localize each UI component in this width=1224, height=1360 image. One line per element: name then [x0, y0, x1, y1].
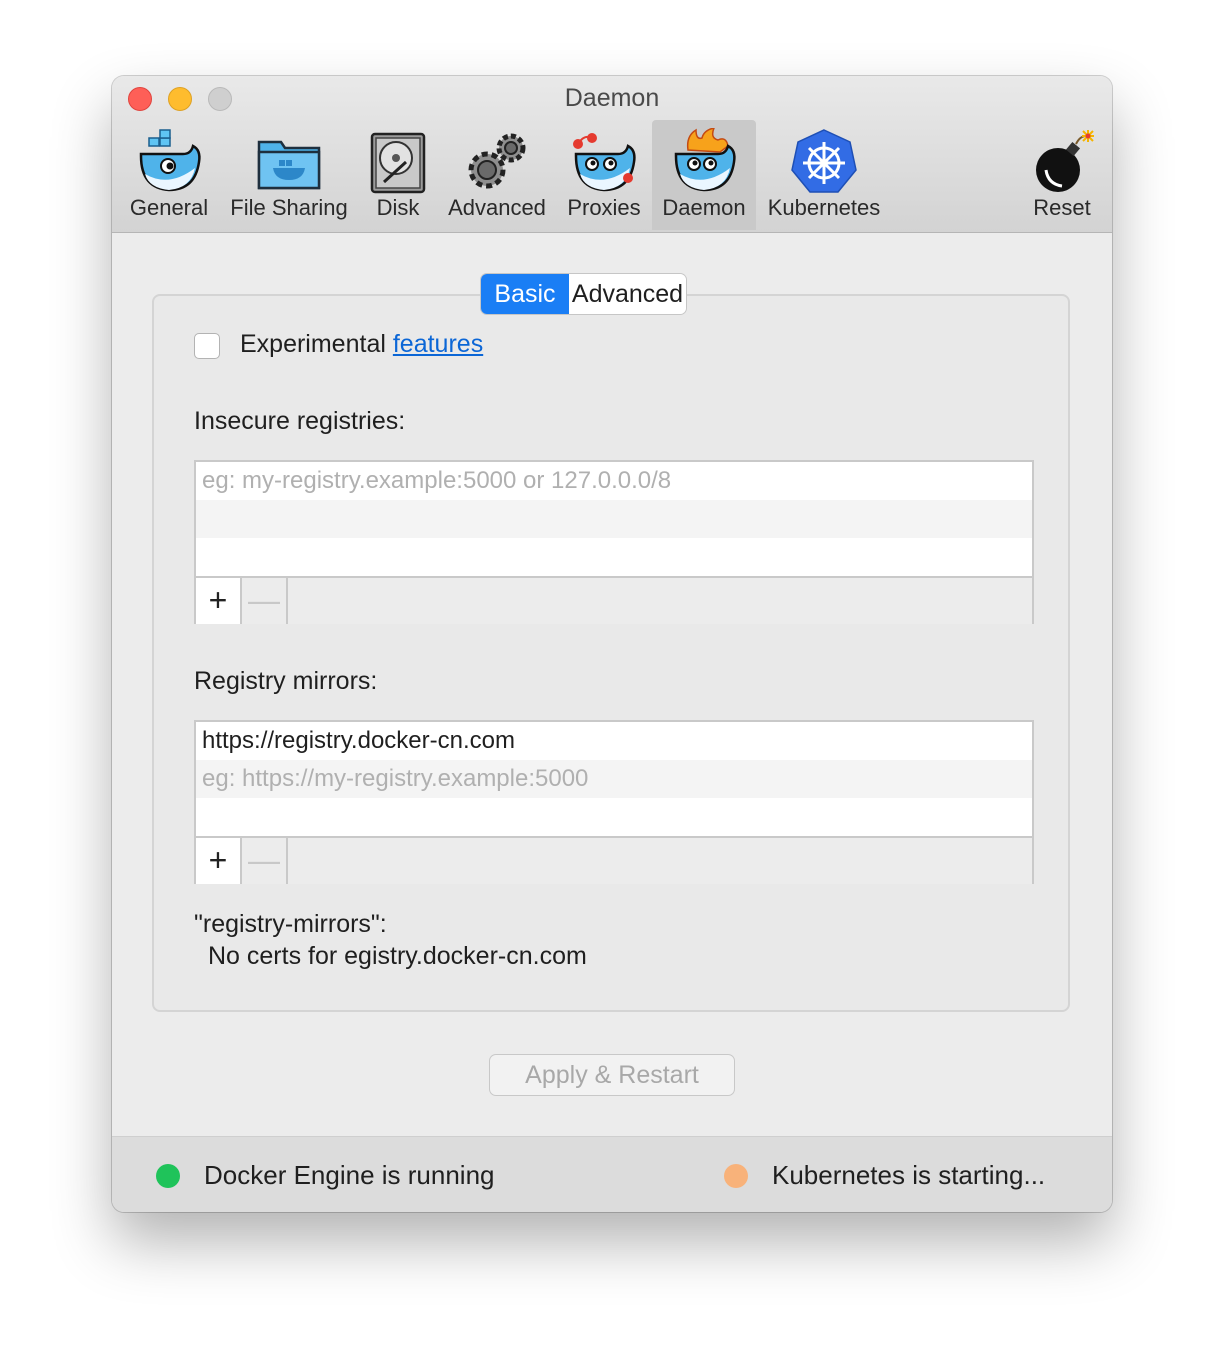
engine-status-indicator: [156, 1164, 180, 1188]
insecure-registries-input[interactable]: eg: my-registry.example:5000 or 127.0.0.…: [196, 462, 1032, 500]
toolbar-item-general[interactable]: General: [126, 120, 212, 230]
registry-mirrors-list: https://registry.docker-cn.com eg: https…: [194, 720, 1034, 884]
engine-status-text: Docker Engine is running: [204, 1160, 495, 1190]
shared-folder-icon: [257, 140, 321, 190]
list-button-bar: + —: [196, 576, 1032, 624]
remove-registry-mirror-button[interactable]: —: [242, 838, 288, 884]
tab-advanced[interactable]: Advanced: [569, 274, 686, 314]
toolbar-label-reset: Reset: [1033, 195, 1091, 220]
toolbar-label-disk: Disk: [376, 195, 420, 220]
disk-drive-icon: [370, 132, 426, 194]
docker-whale-icon: [139, 129, 201, 192]
list-button-bar: + —: [196, 836, 1032, 884]
toolbar-label-file-sharing: File Sharing: [230, 195, 348, 220]
toolbar-label-proxies: Proxies: [567, 195, 641, 220]
insecure-registries-list: eg: my-registry.example:5000 or 127.0.0.…: [194, 460, 1034, 624]
toolbar-item-kubernetes[interactable]: Kubernetes: [762, 120, 886, 230]
toolbar-item-proxies[interactable]: Proxies: [562, 120, 646, 230]
apply-restart-button[interactable]: Apply & Restart: [490, 1055, 734, 1095]
kubernetes-helm-icon: [791, 129, 857, 193]
gears-icon: [468, 133, 526, 189]
settings-panel: [152, 294, 1070, 1012]
kubernetes-status-indicator: [724, 1164, 748, 1188]
bomb-icon: [1036, 130, 1094, 192]
list-row: [196, 500, 1032, 538]
experimental-text: Experimental: [240, 330, 386, 358]
toolbar-item-file-sharing[interactable]: File Sharing: [222, 120, 356, 230]
toolbar-item-daemon[interactable]: Daemon: [652, 120, 756, 230]
config-note-key: "registry-mirrors":: [194, 910, 387, 938]
config-note-message: No certs for egistry.docker-cn.com: [208, 942, 587, 970]
status-bar: Docker Engine is running Kubernetes is s…: [112, 1136, 1112, 1212]
toolbar-item-advanced[interactable]: Advanced: [442, 120, 552, 230]
toolbar-label-daemon: Daemon: [662, 195, 746, 220]
window-title: Daemon: [564, 84, 660, 112]
features-link[interactable]: features: [393, 330, 483, 358]
kubernetes-status-text: Kubernetes is starting...: [772, 1160, 1046, 1190]
add-insecure-registry-button[interactable]: +: [196, 578, 242, 624]
insecure-registries-label: Insecure registries:: [194, 407, 406, 435]
add-registry-mirror-button[interactable]: +: [196, 838, 242, 884]
whale-proxies-icon: [573, 133, 636, 192]
toolbar-item-disk[interactable]: Disk: [364, 120, 432, 230]
experimental-features-checkbox[interactable]: [194, 333, 220, 359]
toolbar-label-advanced: Advanced: [448, 195, 546, 220]
remove-insecure-registry-button[interactable]: —: [242, 578, 288, 624]
toolbar-label-kubernetes: Kubernetes: [767, 195, 881, 220]
registry-mirrors-label: Registry mirrors:: [194, 667, 378, 695]
whale-fire-icon: [674, 128, 736, 192]
registry-mirror-entry[interactable]: https://registry.docker-cn.com: [196, 722, 1032, 760]
registry-mirror-input[interactable]: eg: https://my-registry.example:5000: [196, 760, 1032, 798]
preferences-window: Daemon General File Sharing Disk Advance…: [112, 76, 1112, 1212]
tab-basic[interactable]: Basic: [481, 274, 569, 314]
tab-segmented-control: Basic Advanced: [481, 274, 686, 314]
title-bar: Daemon General File Sharing Disk Advance…: [112, 76, 1112, 233]
list-row: [196, 798, 1032, 836]
experimental-label: Experimental features: [240, 330, 483, 359]
toolbar-label-general: General: [129, 195, 209, 220]
list-row: [196, 538, 1032, 576]
toolbar-item-reset[interactable]: Reset: [1026, 120, 1098, 230]
